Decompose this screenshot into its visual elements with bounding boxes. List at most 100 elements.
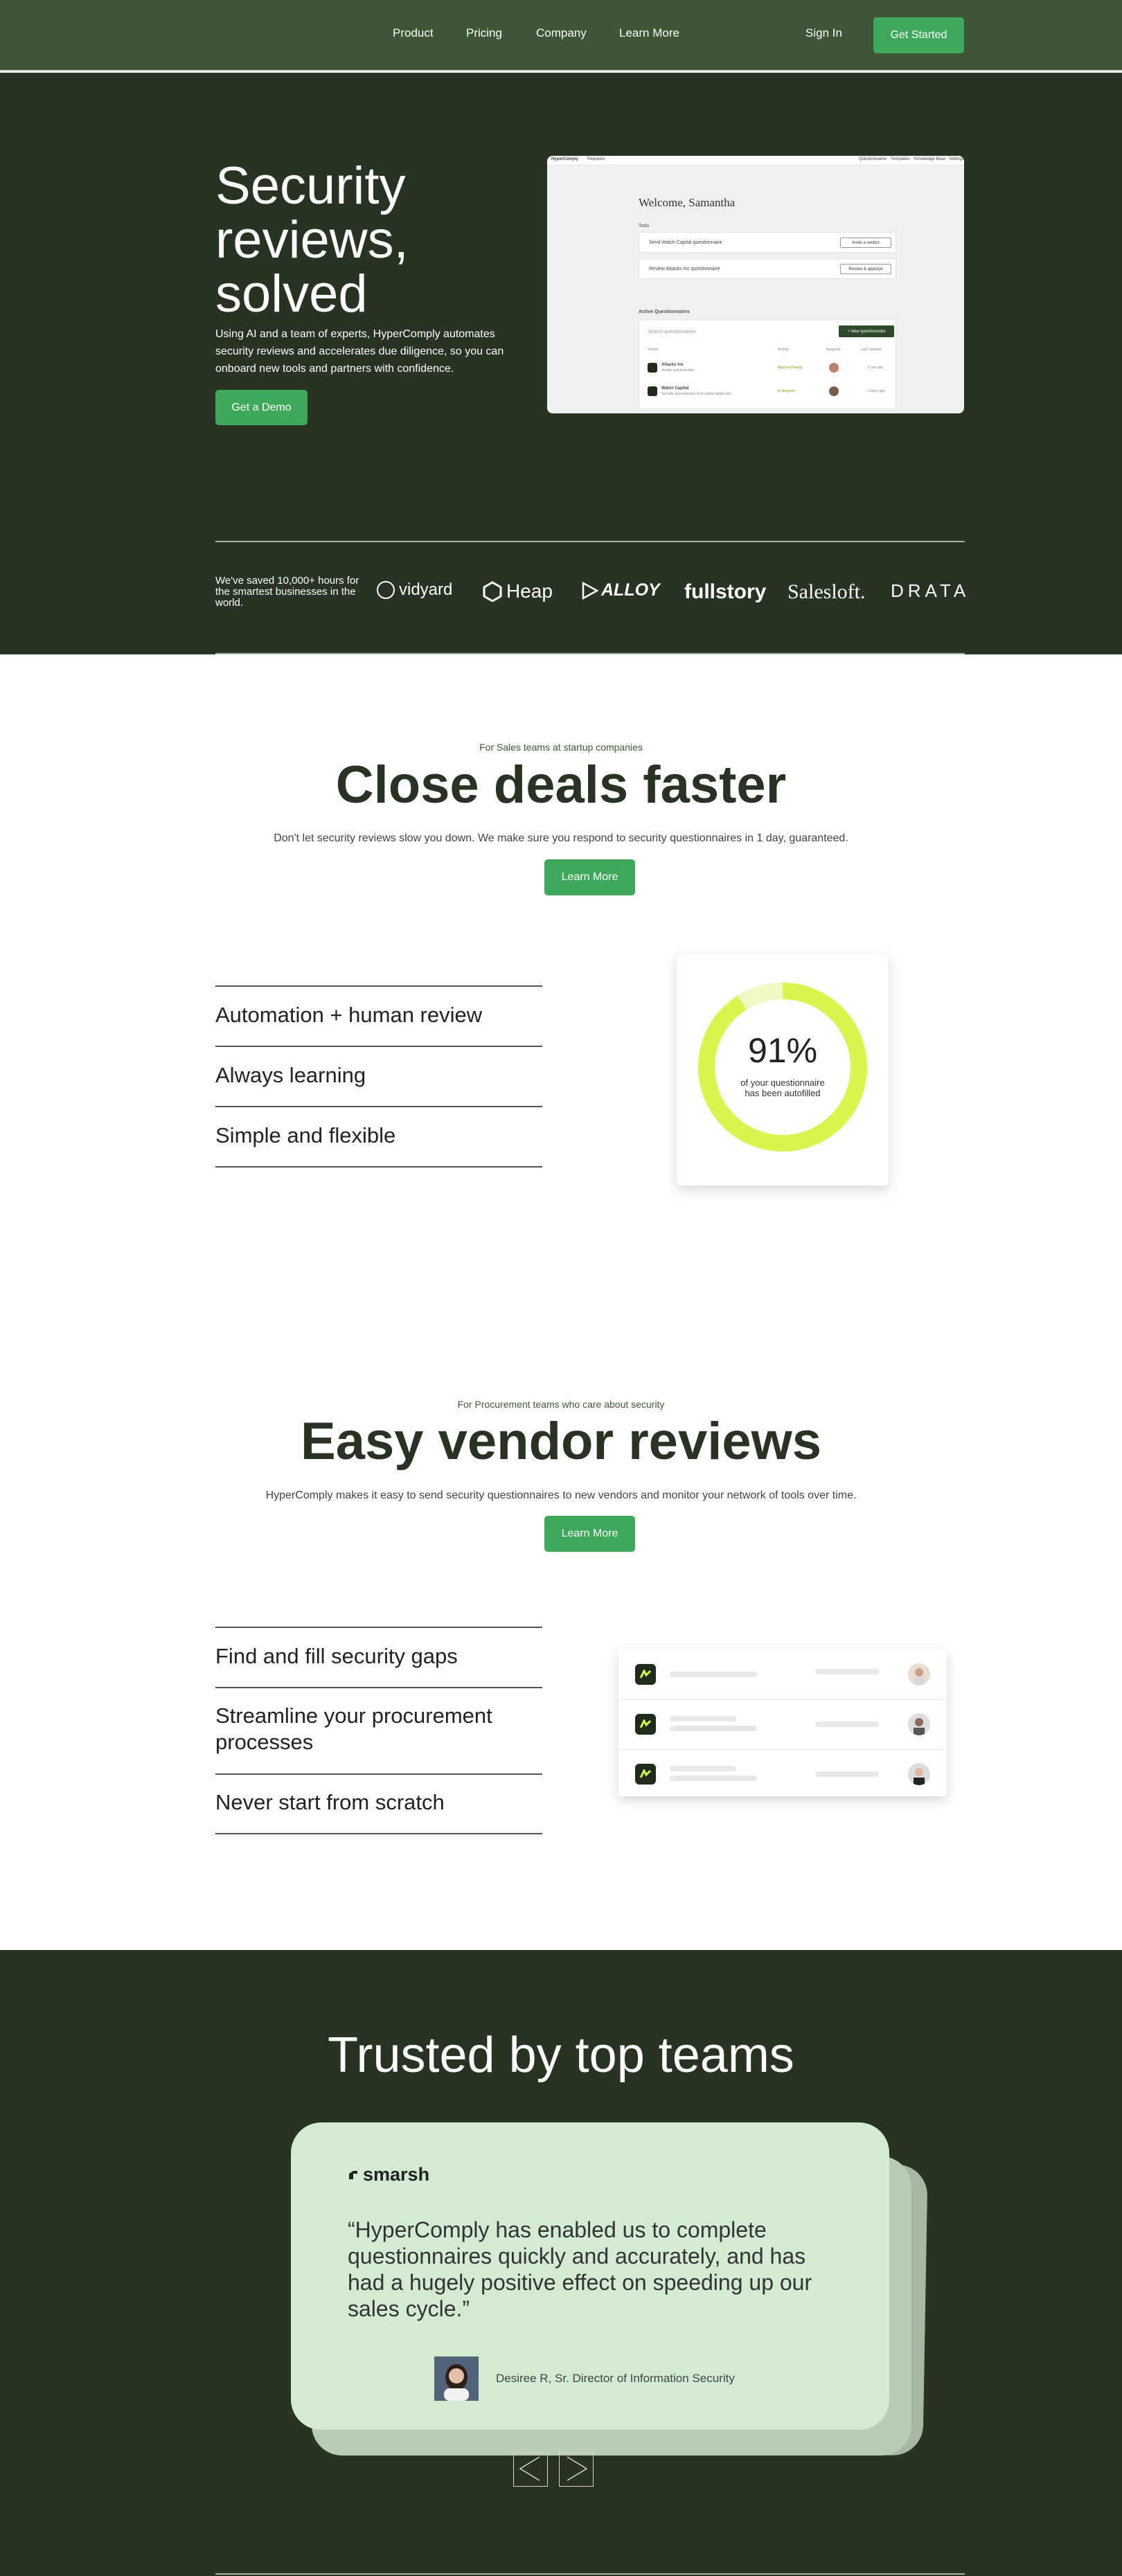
row-status: Approval Ready <box>778 366 803 370</box>
autofill-stat-card: 91% of your questionnaire has been autof… <box>677 954 889 1186</box>
divider <box>215 1687 542 1688</box>
smarsh-logo: smarsh <box>348 2164 429 2185</box>
divider <box>215 653 965 654</box>
stat-value: 91% <box>747 1031 818 1070</box>
col-vendor: Vendor <box>648 348 659 352</box>
vendor-eyebrow: For Procurement teams who care about sec… <box>457 1399 665 1410</box>
dashboard-todo-label: Todo <box>639 224 650 229</box>
sales-lead: Don't let security reviews slow you down… <box>274 832 848 844</box>
feature-always-learning[interactable]: Always learning <box>215 1062 542 1089</box>
dashboard-menu-questionnaires: Questionnaires <box>859 157 887 161</box>
nav-link-company[interactable]: Company <box>536 26 587 40</box>
row-vendor-sub: Vendor questionnaire <box>661 368 695 373</box>
feature-never-scratch[interactable]: Never start from scratch <box>215 1789 542 1816</box>
heap-icon <box>483 581 502 602</box>
vendor-title: Easy vendor reviews <box>301 1412 821 1471</box>
logo-alloy: ALLOY <box>582 580 660 600</box>
divider <box>215 541 965 542</box>
hero-title: Security reviews, solved <box>215 156 409 323</box>
feature-security-gaps[interactable]: Find and fill security gaps <box>215 1643 542 1670</box>
stat-label-2: has been autofilled <box>745 1088 821 1098</box>
sales-learn-more-button[interactable]: Learn More <box>544 859 635 895</box>
logo-vidyard: vidyard <box>377 580 452 600</box>
nav-link-product[interactable]: Product <box>393 26 434 40</box>
hypercomply-logo-icon <box>635 1764 656 1785</box>
placeholder-bar <box>815 1721 879 1727</box>
testimonial-author: Desiree R, Sr. Director of Information S… <box>496 2372 735 2385</box>
dashboard-todo-2: Review Attacks Inc questionnaire Review … <box>639 258 896 279</box>
stat-label-1: of your questionnaire <box>740 1077 825 1088</box>
feature-simple-flexible[interactable]: Simple and flexible <box>215 1122 542 1149</box>
testimonials-section: Trusted by top teams smarsh “HyperComply… <box>0 1950 1122 2576</box>
dashboard-new-button: + New questionnaire <box>839 325 894 337</box>
divider <box>215 2573 965 2575</box>
assignee-avatar <box>829 363 839 373</box>
dashboard-active-label: Active Questionnaires <box>639 310 690 314</box>
dashboard-todo-text: Review Attacks Inc questionnaire <box>649 267 720 271</box>
author-avatar <box>434 2356 479 2401</box>
logo-drata: DRATA <box>891 580 970 601</box>
dashboard-todo-button: Invite a vendor <box>840 238 891 248</box>
vendor-list-row <box>618 1699 947 1749</box>
divider <box>215 1106 542 1107</box>
placeholder-bar <box>670 1766 736 1771</box>
chevron-left-icon <box>519 2456 540 2481</box>
vendor-list-card <box>618 1649 947 1796</box>
divider <box>215 985 542 987</box>
dashboard-brand: HyperComply <box>551 157 579 161</box>
next-arrow-button[interactable] <box>559 2452 594 2487</box>
assignee-avatar <box>908 1713 930 1735</box>
top-nav: Product Pricing Company Learn More Sign … <box>0 0 1122 71</box>
logo-fullstory: fullstory <box>684 580 767 603</box>
testimonials-title: Trusted by top teams <box>328 2028 794 2083</box>
placeholder-bar <box>670 1776 757 1781</box>
row-updated: 1 min ago <box>868 366 883 370</box>
previous-arrow-button[interactable] <box>513 2452 548 2487</box>
hours-saved-text: We've saved 10,000+ hours for the smarte… <box>215 575 359 609</box>
divider <box>215 1773 542 1775</box>
assignee-avatar <box>829 386 839 396</box>
divider <box>215 1627 542 1628</box>
hypercomply-logo-icon <box>635 1664 656 1685</box>
placeholder-bar <box>670 1716 736 1721</box>
vendor-learn-more-button[interactable]: Learn More <box>544 1516 635 1552</box>
row-updated: 3 days ago <box>868 389 885 393</box>
assignee-avatar <box>908 1663 930 1685</box>
logo-salesloft: Salesloft. <box>787 580 866 603</box>
testimonial-card: smarsh “HyperComply has enabled us to co… <box>291 2122 889 2430</box>
feature-streamline[interactable]: Streamline your procurement processes <box>215 1703 542 1755</box>
nav-link-learn-more[interactable]: Learn More <box>619 26 679 40</box>
col-assignee: Assignee <box>826 348 841 352</box>
dashboard-questionnaire-table: Search questionnaires + New questionnair… <box>639 319 896 409</box>
dashboard-topbar: HyperComply Requests Questionnaires Temp… <box>547 156 964 166</box>
sign-in-link[interactable]: Sign In <box>805 26 842 40</box>
placeholder-bar <box>670 1726 757 1731</box>
dashboard-todo-button: Review & approve <box>840 264 891 274</box>
col-activity: Activity <box>778 348 789 352</box>
dashboard-menu-knowledge: Knowledge Base <box>914 157 946 161</box>
logo-heap-text: Heap <box>506 580 553 602</box>
get-demo-button[interactable]: Get a Demo <box>215 390 308 425</box>
row-vendor-name: Attacks Inc <box>661 363 684 367</box>
sales-eyebrow: For Sales teams at startup companies <box>479 742 643 753</box>
logo-heap: Heap <box>483 580 553 602</box>
placeholder-bar <box>670 1672 757 1677</box>
row-vendor-sub: Security questionnaire from watchcapital… <box>661 392 731 396</box>
get-started-button[interactable]: Get Started <box>873 17 964 53</box>
dashboard-todo-text: Send Watch Capital questionnaire <box>649 240 722 245</box>
row-status: In progress <box>778 389 796 393</box>
logo-vidyard-text: vidyard <box>399 580 453 599</box>
dashboard-menu-templates: Templates <box>891 157 910 161</box>
hero-subtitle: Using AI and a team of experts, HyperCom… <box>215 328 504 375</box>
feature-automation[interactable]: Automation + human review <box>215 1002 542 1028</box>
vendor-list-row <box>618 1649 947 1699</box>
assignee-avatar <box>908 1763 930 1785</box>
placeholder-bar <box>815 1669 879 1674</box>
vendor-list-row <box>618 1749 947 1799</box>
alloy-icon <box>582 581 598 600</box>
hypercomply-logo-icon <box>635 1714 656 1735</box>
logo-alloy-text: ALLOY <box>601 580 660 600</box>
vendor-logo <box>648 386 657 396</box>
nav-link-pricing[interactable]: Pricing <box>466 26 502 40</box>
smarsh-logo-text: smarsh <box>363 2164 430 2185</box>
